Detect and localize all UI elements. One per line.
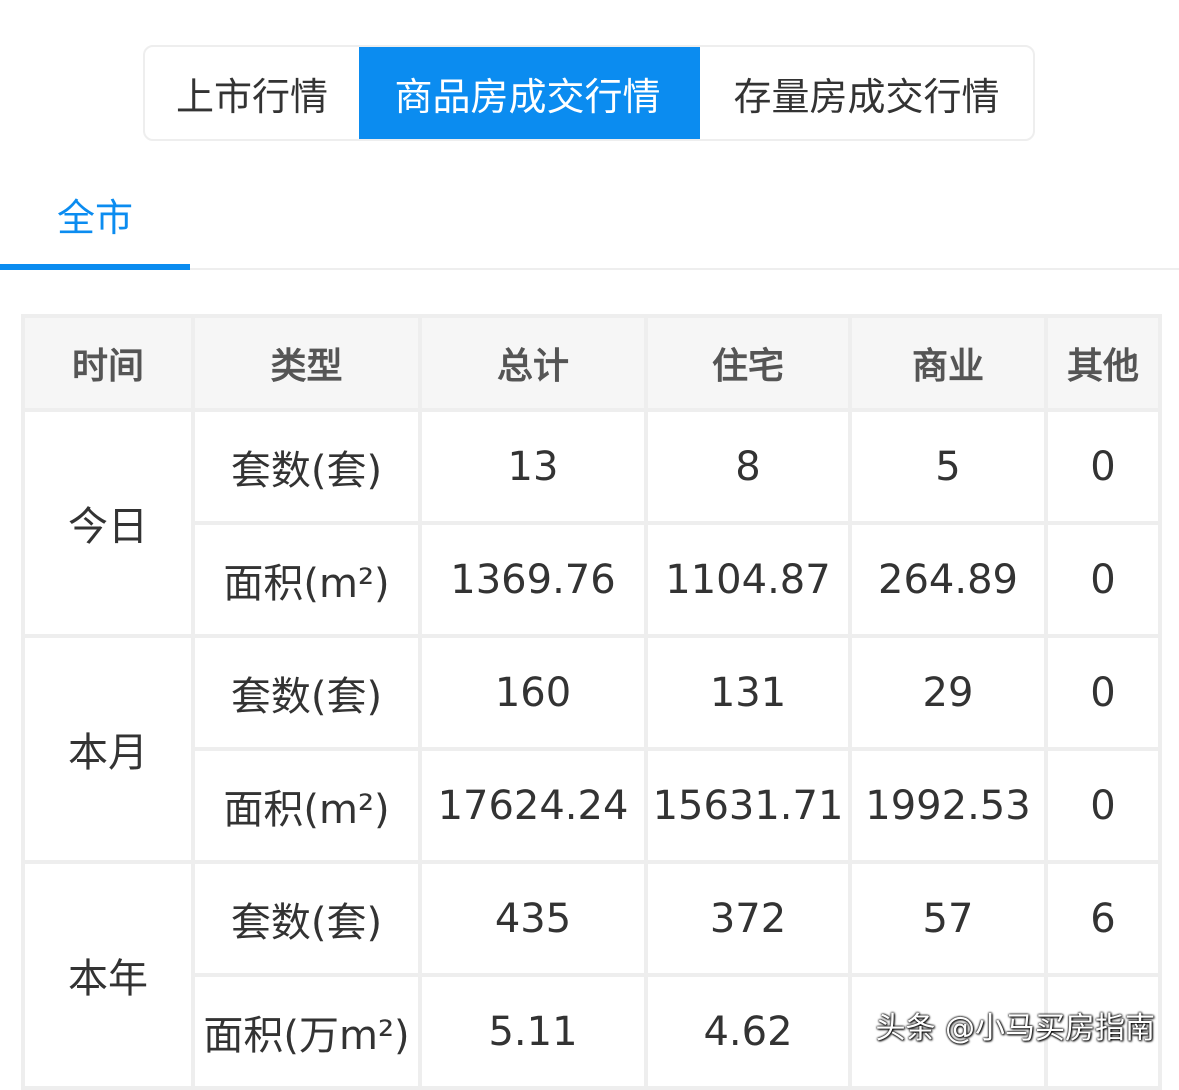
type-cell: 面积(m²) xyxy=(191,747,422,864)
other-cell: 0 xyxy=(1044,747,1162,864)
period-cell: 本月 xyxy=(21,634,195,864)
header-total: 总计 xyxy=(418,314,648,412)
residential-cell: 8 xyxy=(644,408,852,525)
total-cell: 5.11 xyxy=(418,973,648,1090)
total-cell: 13 xyxy=(418,408,648,525)
type-cell: 面积(m²) xyxy=(191,521,422,638)
market-segment-tabs: 上市行情 商品房成交行情 存量房成交行情 xyxy=(143,45,1035,141)
residential-cell: 15631.71 xyxy=(644,747,852,864)
total-cell: 435 xyxy=(418,860,648,977)
tab-whole-city[interactable]: 全市 xyxy=(0,160,190,270)
header-time: 时间 xyxy=(21,314,195,412)
commercial-cell: 264.89 xyxy=(848,521,1048,638)
residential-cell: 372 xyxy=(644,860,852,977)
other-cell: 0 xyxy=(1044,521,1162,638)
total-cell: 160 xyxy=(418,634,648,751)
table-header-row: 时间 类型 总计 住宅 商业 其他 xyxy=(21,314,1162,412)
area-tab-bar: 全市 xyxy=(0,160,1179,270)
tab-resale-deals[interactable]: 存量房成交行情 xyxy=(696,47,1033,139)
total-cell: 1369.76 xyxy=(418,521,648,638)
type-cell: 套数(套) xyxy=(191,408,422,525)
table-row: 本年 套数(套) 435 372 57 6 xyxy=(21,860,1162,1090)
tab-new-home-deals[interactable]: 商品房成交行情 xyxy=(359,47,696,139)
table-row: 本月 套数(套) 160 131 29 0 xyxy=(21,634,1162,864)
commercial-cell: 57 xyxy=(848,860,1048,977)
header-commercial: 商业 xyxy=(848,314,1048,412)
header-other: 其他 xyxy=(1044,314,1162,412)
other-cell: 6 xyxy=(1044,860,1162,977)
residential-cell: 1104.87 xyxy=(644,521,852,638)
type-cell: 套数(套) xyxy=(191,860,422,977)
residential-cell: 131 xyxy=(644,634,852,751)
header-type: 类型 xyxy=(191,314,422,412)
other-cell: 0 xyxy=(1044,634,1162,751)
commercial-cell: 1992.53 xyxy=(848,747,1048,864)
commercial-cell: 29 xyxy=(848,634,1048,751)
header-residential: 住宅 xyxy=(644,314,852,412)
other-cell: 0 xyxy=(1044,408,1162,525)
watermark: 头条 @小马买房指南 xyxy=(875,1011,1155,1046)
period-cell: 本年 xyxy=(21,860,195,1090)
table-row: 面积(m²) 17624.24 15631.71 1992.53 0 xyxy=(23,747,1162,864)
table-row: 今日 套数(套) 13 8 5 0 xyxy=(21,408,1162,638)
type-cell: 面积(万m²) xyxy=(191,973,422,1090)
commercial-cell: 5 xyxy=(848,408,1048,525)
deal-stats-table: 时间 类型 总计 住宅 商业 其他 今日 套数(套) 13 8 5 0 面积(m… xyxy=(21,314,1162,1090)
residential-cell: 4.62 xyxy=(644,973,852,1090)
active-tab-indicator xyxy=(0,264,190,270)
tab-whole-city-label: 全市 xyxy=(56,195,133,240)
tab-listing-market[interactable]: 上市行情 xyxy=(145,47,359,139)
type-cell: 套数(套) xyxy=(191,634,422,751)
table-row: 面积(m²) 1369.76 1104.87 264.89 0 xyxy=(23,521,1162,638)
total-cell: 17624.24 xyxy=(418,747,648,864)
period-cell: 今日 xyxy=(21,408,195,638)
